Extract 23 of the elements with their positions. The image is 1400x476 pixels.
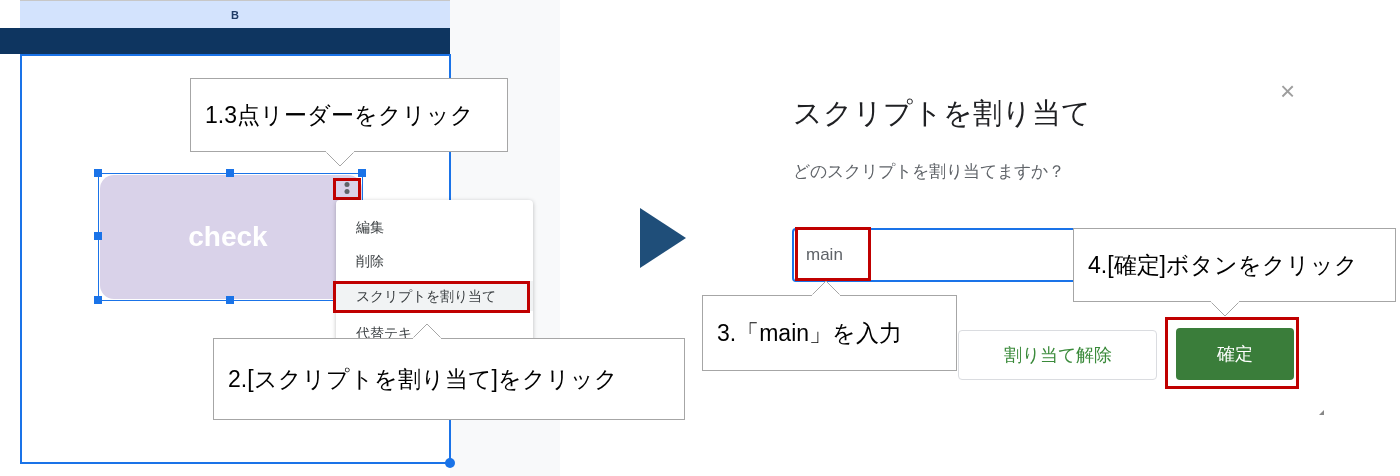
resize-handle[interactable]: [94, 296, 102, 304]
callout-box: 1.3点リーダーをクリック: [190, 78, 508, 152]
callout-box: 3.「main」を入力: [702, 295, 957, 371]
callout-box: 2.[スクリプトを割り当て]をクリック: [213, 338, 685, 420]
dialog-prompt: どのスクリプトを割り当てますか？: [793, 161, 1065, 183]
resize-handle[interactable]: [226, 296, 234, 304]
resize-corner-icon: [1319, 410, 1324, 415]
callout-pointer: [325, 151, 355, 167]
dialog-title: スクリプトを割り当て: [793, 96, 1091, 131]
resize-handle[interactable]: [226, 169, 234, 177]
play-icon: [640, 208, 686, 268]
callout-pointer: [412, 323, 442, 339]
resize-handle[interactable]: [358, 169, 366, 177]
more-icon[interactable]: [342, 182, 352, 194]
column-header[interactable]: B: [20, 0, 450, 28]
callout-pointer: [811, 280, 841, 296]
confirm-button[interactable]: 確定: [1176, 328, 1294, 380]
unassign-button[interactable]: 割り当て解除: [958, 330, 1157, 380]
resize-handle[interactable]: [94, 169, 102, 177]
callout-pointer: [1210, 301, 1240, 317]
fill-handle[interactable]: [445, 458, 455, 468]
callout-box: 4.[確定]ボタンをクリック: [1073, 228, 1396, 302]
resize-handle[interactable]: [94, 232, 102, 240]
